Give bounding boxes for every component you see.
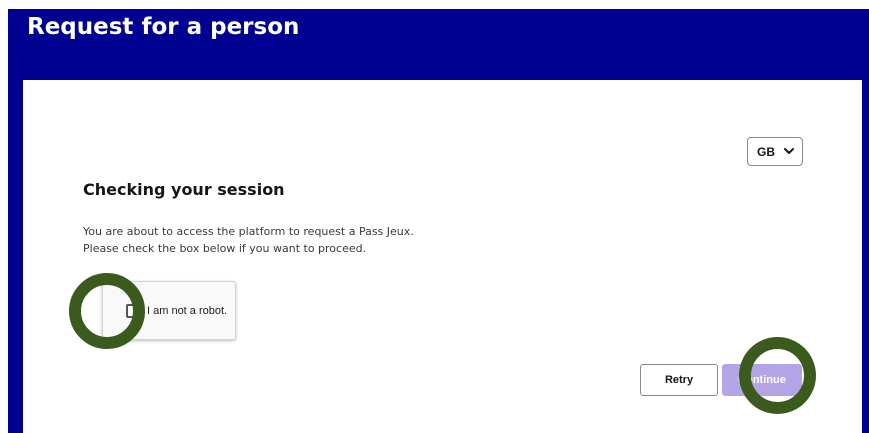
- page-title: Request for a person: [27, 14, 300, 40]
- session-card: GB Checking your session You are about t…: [23, 80, 862, 433]
- description-line-1: You are about to access the platform to …: [83, 225, 414, 238]
- page: Request for a person GB Checking your se…: [0, 0, 869, 433]
- language-select[interactable]: GB: [747, 137, 803, 166]
- description-line-2: Please check the box below if you want t…: [83, 242, 367, 255]
- captcha-label: I am not a robot.: [147, 305, 228, 317]
- retry-button[interactable]: Retry: [640, 364, 718, 396]
- language-select-value: GB: [757, 144, 775, 159]
- captcha-checkbox[interactable]: [126, 304, 140, 318]
- card-title: Checking your session: [83, 180, 285, 199]
- captcha-widget: I am not a robot.: [102, 281, 236, 340]
- chevron-down-icon: [784, 148, 794, 155]
- continue-button[interactable]: Continue: [722, 364, 802, 396]
- card-description: You are about to access the platform to …: [83, 223, 414, 257]
